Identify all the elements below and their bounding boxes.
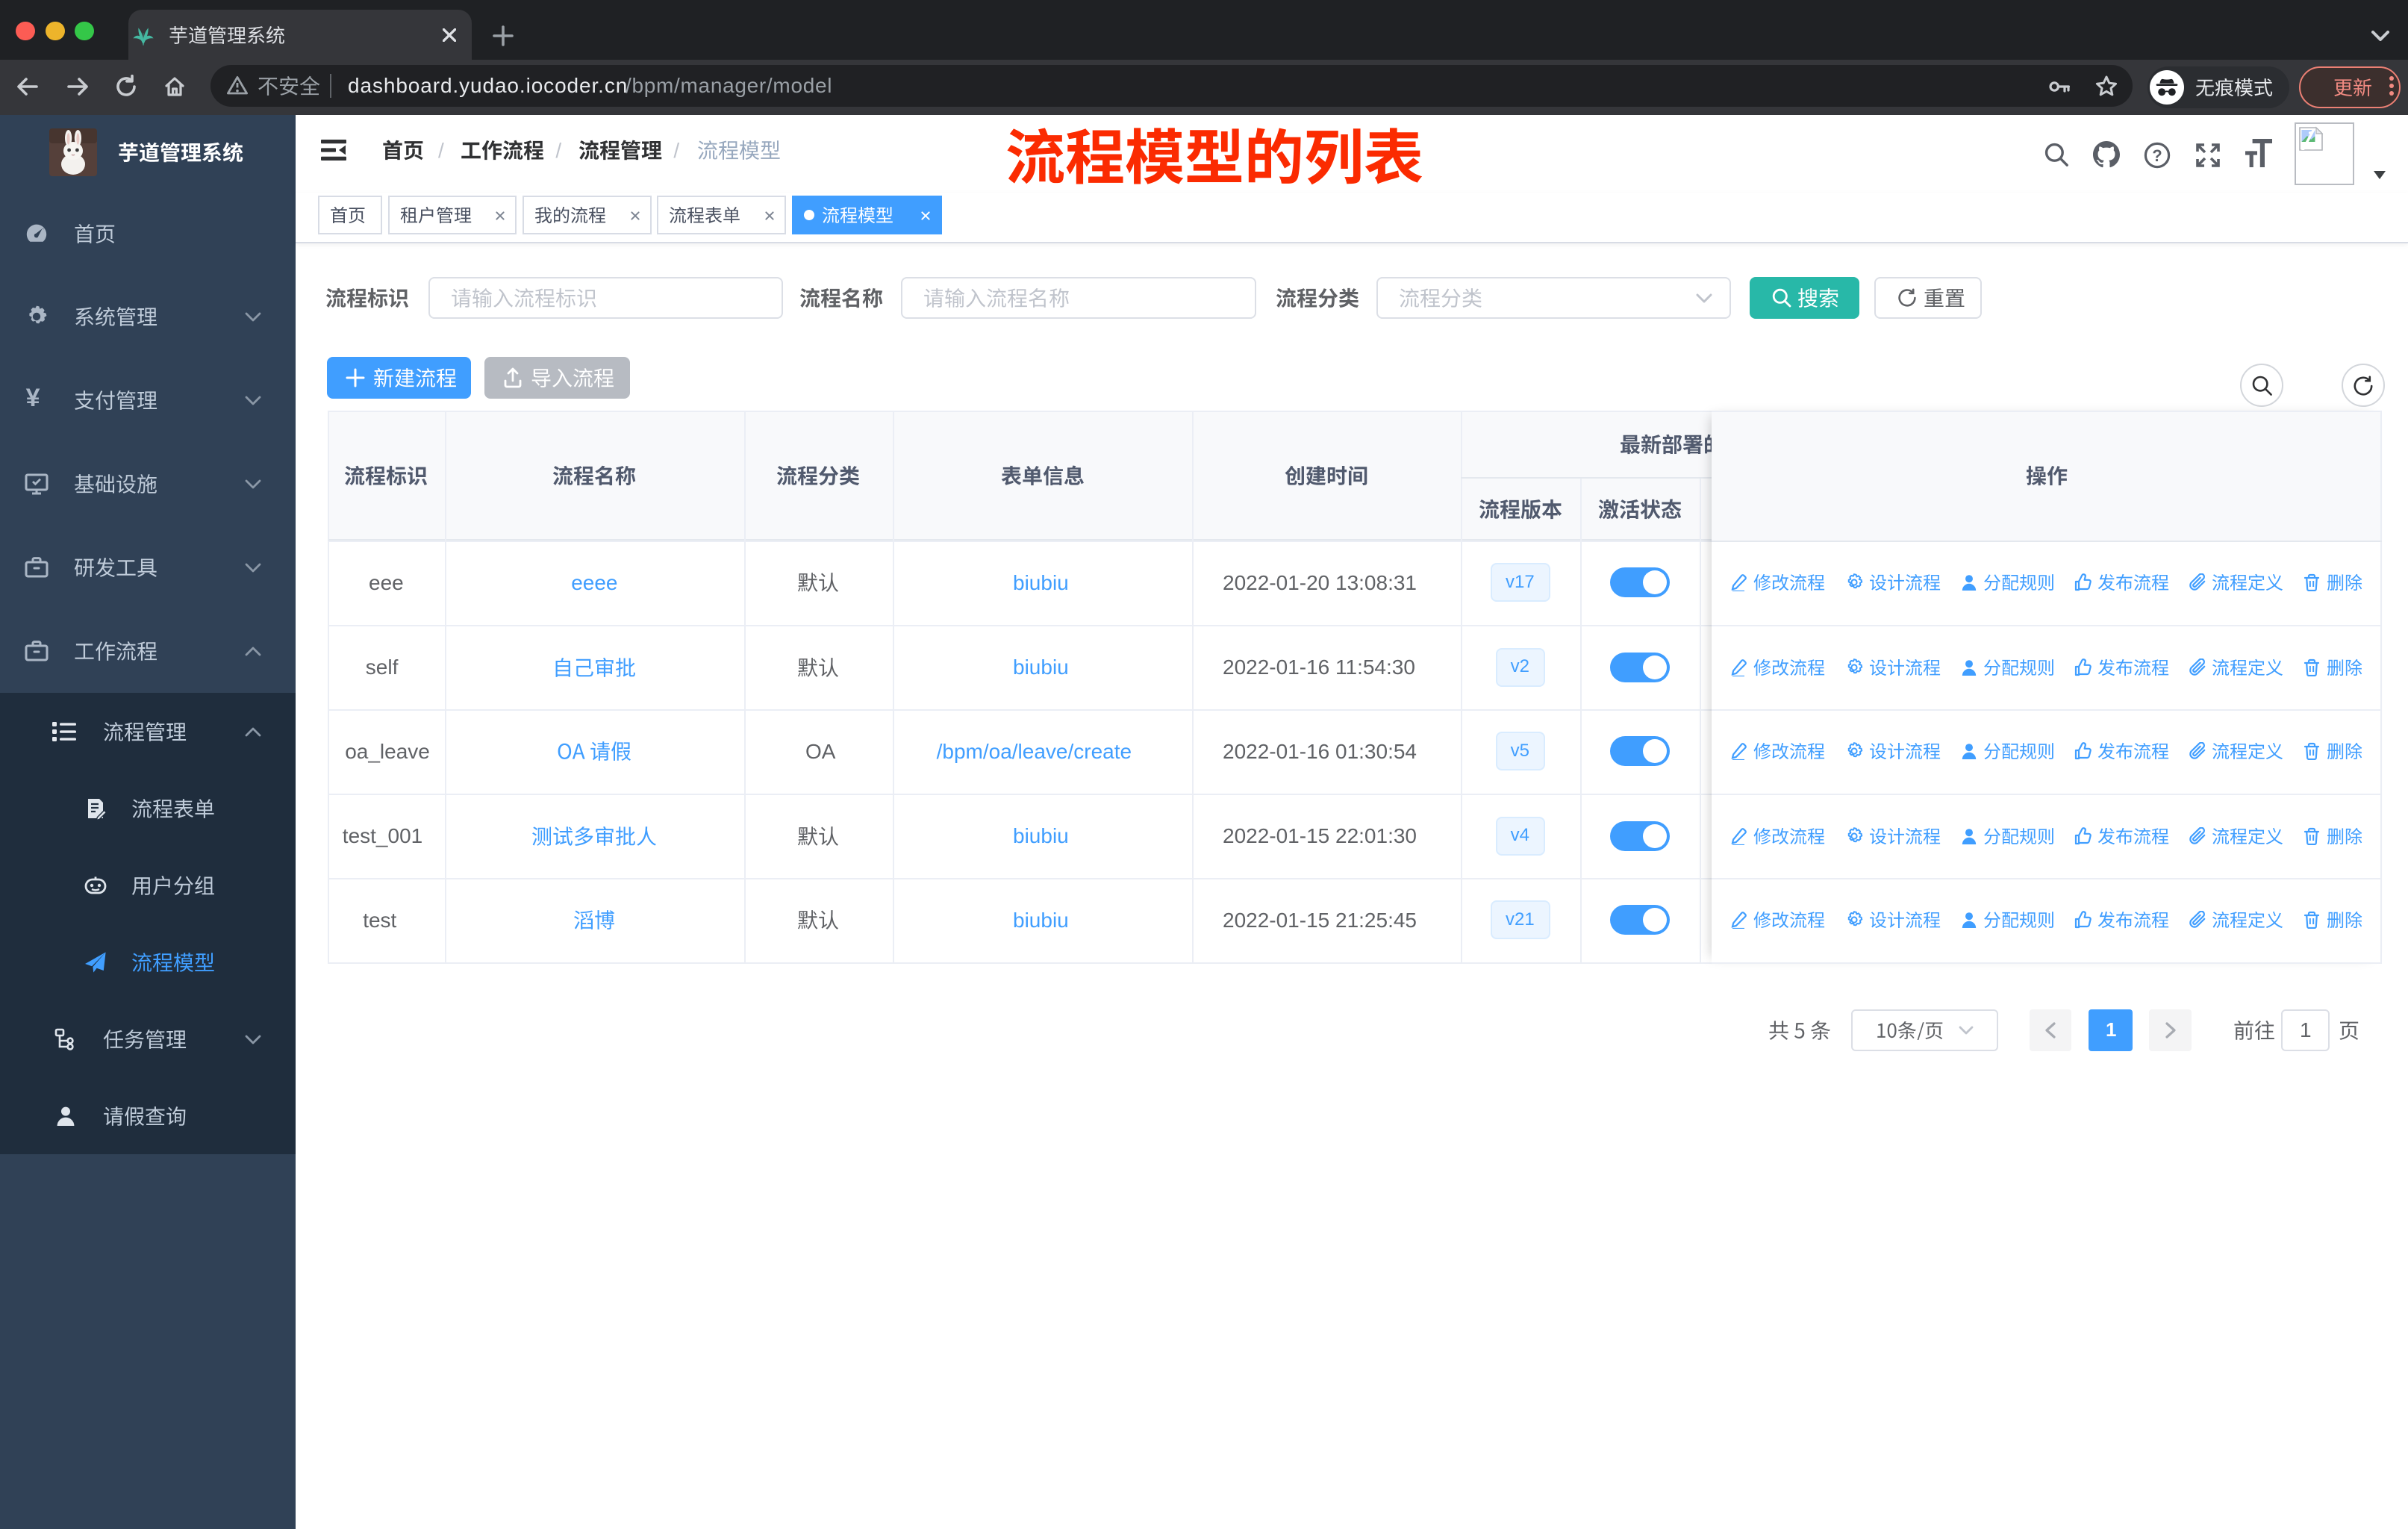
svg-text:?: ? (2152, 146, 2162, 165)
